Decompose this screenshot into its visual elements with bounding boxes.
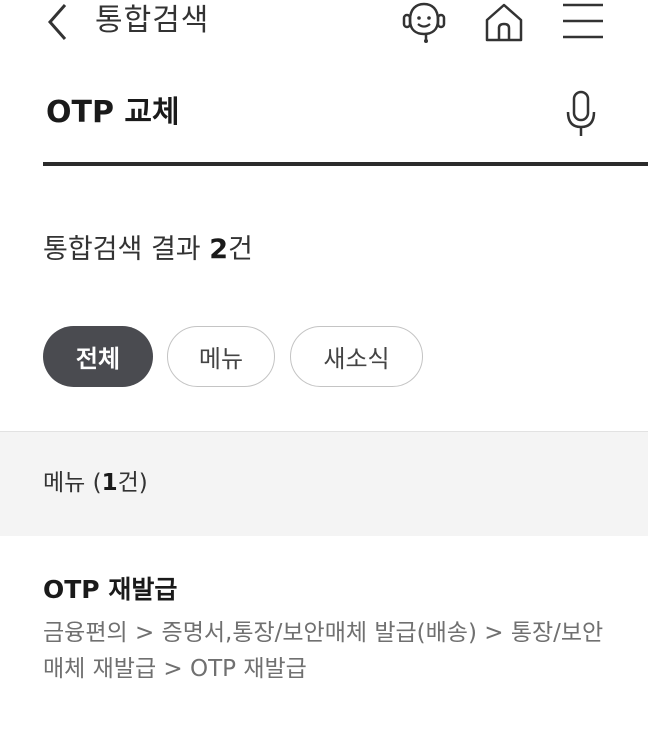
chatbot-button[interactable] — [400, 0, 448, 44]
home-button[interactable] — [480, 0, 528, 44]
search-input[interactable] — [46, 92, 526, 134]
filter-menu-chip[interactable]: 메뉴 — [167, 326, 275, 387]
menu-section-header: 메뉴 (1건) — [0, 431, 648, 536]
microphone-icon — [566, 90, 596, 136]
filter-news-chip[interactable]: 새소식 — [290, 326, 423, 387]
top-header: 통합검색 — [0, 0, 648, 44]
back-button[interactable] — [38, 2, 78, 42]
summary-count: 2 — [209, 234, 229, 265]
summary-prefix: 통합검색 결과 — [43, 234, 210, 265]
chatbot-icon — [402, 2, 446, 43]
section-label: 메뉴 ( — [43, 470, 102, 496]
result-breadcrumb: 금융편의 > 증명서,통장/보안매체 발급(배송) > 통장/보안매체 재발급 … — [43, 620, 604, 682]
page-title: 통합검색 — [95, 3, 210, 38]
result-summary: 통합검색 결과 2건 — [43, 230, 253, 270]
home-icon — [485, 3, 523, 42]
hamburger-menu-icon — [563, 3, 603, 39]
section-count: 1 — [101, 470, 118, 496]
section-title: 메뉴 (1건) — [43, 465, 148, 501]
search-bar — [43, 80, 648, 166]
section-suffix: 건) — [117, 470, 148, 496]
result-item[interactable]: OTP 재발급 금융편의 > 증명서,통장/보안매체 발급(배송) > 통장/보… — [43, 570, 623, 687]
filter-all-chip[interactable]: 전체 — [43, 326, 153, 387]
result-title[interactable]: OTP 재발급 — [43, 570, 623, 610]
voice-search-button[interactable] — [558, 90, 604, 138]
chevron-left-icon — [47, 4, 67, 40]
summary-suffix: 건 — [228, 234, 253, 265]
menu-button[interactable] — [558, 0, 606, 44]
